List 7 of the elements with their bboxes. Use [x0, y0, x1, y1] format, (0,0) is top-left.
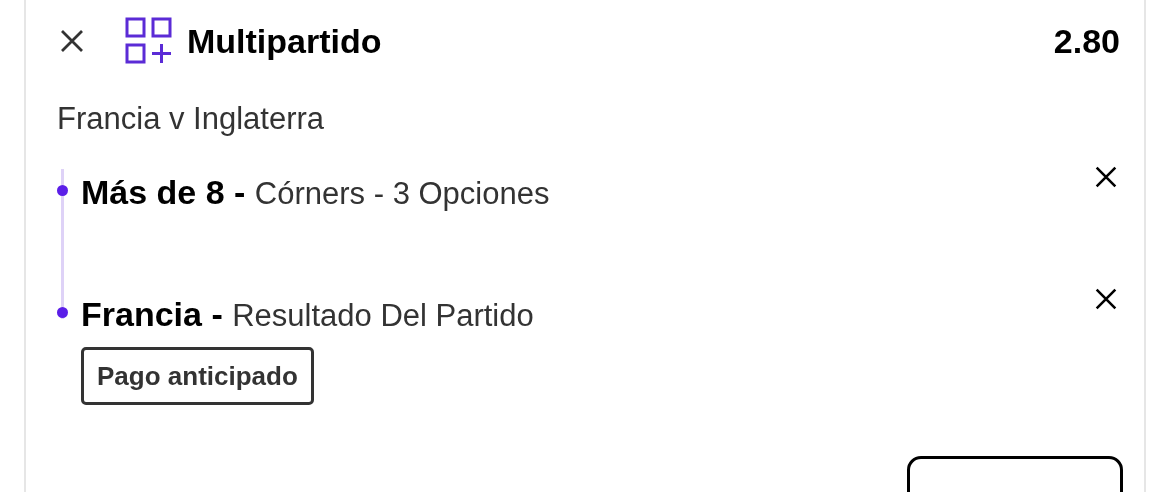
- early-payout-badge: Pago anticipado: [81, 346, 314, 405]
- leg-text: Francia - Resultado Del Partido: [81, 293, 534, 335]
- multi-grid-icon: [125, 17, 173, 65]
- bet-title: Multipartido: [187, 20, 382, 62]
- leg-text: Más de 8 - Córners - 3 Opciones: [81, 171, 550, 213]
- event-name: Francia v Inglaterra: [57, 100, 326, 138]
- odds-value: 2.80: [1053, 20, 1120, 62]
